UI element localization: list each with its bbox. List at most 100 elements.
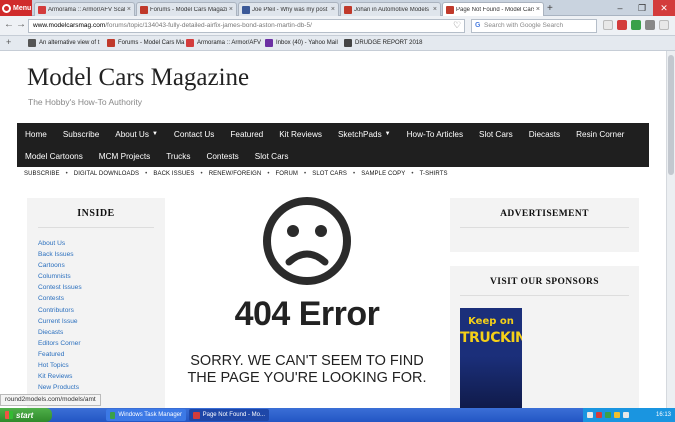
inside-link[interactable]: Contest Issues xyxy=(38,282,82,293)
speed-dial-icon[interactable] xyxy=(603,20,613,30)
clock[interactable]: 16:13 xyxy=(656,412,675,418)
nav-diecasts[interactable]: Diecasts xyxy=(521,130,568,139)
bookmark-item[interactable]: Inbox (40) - Yahoo Mail xyxy=(265,39,338,47)
subnav-forum[interactable]: FORUM xyxy=(276,171,299,177)
tab-page-not-found[interactable]: Page Not Found - Model Cars × xyxy=(442,2,544,16)
bookmark-favicon-icon xyxy=(344,39,352,47)
minimize-icon[interactable]: – xyxy=(609,0,631,16)
tab-facebook[interactable]: Joe Pfeil - Why was my post r × xyxy=(238,2,339,16)
task-manager-icon xyxy=(110,411,116,419)
tab-forums-mcm[interactable]: Forums - Model Cars Magazin × xyxy=(136,2,237,16)
subnav-sample-copy[interactable]: SAMPLE COPY xyxy=(361,171,405,177)
advertisement-heading: ADVERTISEMENT xyxy=(500,209,589,219)
volume-icon[interactable] xyxy=(623,412,629,418)
inside-link[interactable]: About Us xyxy=(38,238,82,249)
address-bar-row: ← → www.modelcarsmag.com/forums/topic/13… xyxy=(0,16,675,36)
tray-icon[interactable] xyxy=(605,412,611,418)
adblock-icon[interactable] xyxy=(617,20,627,30)
inside-link[interactable]: Kit Reviews xyxy=(38,371,82,382)
inside-link[interactable]: Contests xyxy=(38,293,82,304)
nav-model-cartoons[interactable]: Model Cartoons xyxy=(17,152,91,161)
tab-johan[interactable]: Johan in Automotive Models × xyxy=(340,2,441,16)
bookmark-heart-icon[interactable]: ♡ xyxy=(453,20,461,31)
bookmark-item[interactable]: Forums - Model Cars Ma xyxy=(107,39,184,47)
tray-icon[interactable] xyxy=(596,412,602,418)
forward-icon[interactable]: → xyxy=(16,19,26,30)
subnav-renew-foreign[interactable]: RENEW/FOREIGN xyxy=(209,171,262,177)
close-window-icon[interactable]: ✕ xyxy=(653,0,675,16)
mcm-favicon-icon xyxy=(140,5,148,14)
mcm-favicon-icon xyxy=(344,5,352,14)
nav-row-1: Home Subscribe About Us ▼ Contact Us Feat… xyxy=(17,123,632,145)
subnav-t-shirts[interactable]: T-SHIRTS xyxy=(420,171,448,177)
secondary-navigation: SUBSCRIBE • DIGITAL DOWNLOADS • BACK ISSUE… xyxy=(24,171,448,177)
info-icon[interactable] xyxy=(659,20,669,30)
subnav-digital-downloads[interactable]: DIGITAL DOWNLOADS xyxy=(74,171,139,177)
taskbar-item-browser[interactable]: Page Not Found - Mo... xyxy=(189,409,269,421)
taskbar-item-task-manager[interactable]: Windows Task Manager xyxy=(106,409,186,421)
nav-home[interactable]: Home xyxy=(17,130,55,139)
tray-icon[interactable] xyxy=(587,412,593,418)
tab-armorama[interactable]: Armorama :: Armor/AFV Scal × xyxy=(34,2,135,16)
site-tagline: The Hobby's How-To Authority xyxy=(28,97,143,107)
nav-subscribe[interactable]: Subscribe xyxy=(55,130,107,139)
url-field[interactable]: www.modelcarsmag.com/forums/topic/134043… xyxy=(28,19,465,33)
extension-icons xyxy=(603,20,669,30)
bookmark-item[interactable]: DRUDGE REPORT 2018 xyxy=(344,39,422,47)
google-icon: G xyxy=(475,22,481,29)
vertical-scrollbar[interactable] xyxy=(666,51,675,408)
extension-icon[interactable] xyxy=(631,20,641,30)
bookmark-item[interactable]: An alternative view of t xyxy=(28,39,99,47)
inside-link[interactable]: Hot Topics xyxy=(38,360,82,371)
bookmark-favicon-icon xyxy=(28,39,36,47)
inside-link[interactable]: New Products xyxy=(38,382,82,393)
nav-kit-reviews[interactable]: Kit Reviews xyxy=(271,130,330,139)
search-input[interactable]: G Search with Google Search xyxy=(471,19,597,33)
nav-about-us[interactable]: About Us ▼ xyxy=(107,130,166,139)
keep-on-truckin-ad[interactable]: Keep on TRUCKIN' xyxy=(460,308,522,408)
inside-link[interactable]: Cartoons xyxy=(38,260,82,271)
inside-link[interactable]: Columnists xyxy=(38,271,82,282)
start-button[interactable]: start xyxy=(0,408,52,422)
inside-link[interactable]: Contributors xyxy=(38,305,82,316)
bookmark-item[interactable]: Armorama :: Armor/AFV xyxy=(186,39,261,47)
back-icon[interactable]: ← xyxy=(4,19,14,30)
inside-link[interactable]: Diecasts xyxy=(38,327,82,338)
nav-sketchpads[interactable]: SketchPads ▼ xyxy=(330,130,399,139)
nav-slot-cars-2[interactable]: Slot Cars xyxy=(247,152,297,161)
nav-trucks[interactable]: Trucks xyxy=(158,152,198,161)
nav-contact-us[interactable]: Contact Us xyxy=(166,130,223,139)
inside-link[interactable]: Featured xyxy=(38,349,82,360)
downloads-icon[interactable] xyxy=(645,20,655,30)
subnav-back-issues[interactable]: BACK ISSUES xyxy=(153,171,194,177)
close-tab-icon[interactable]: × xyxy=(229,6,233,13)
nav-resin-corner[interactable]: Resin Corner xyxy=(568,130,632,139)
tray-icon[interactable] xyxy=(614,412,620,418)
add-bookmark-icon[interactable]: + xyxy=(6,37,11,47)
nav-slot-cars[interactable]: Slot Cars xyxy=(471,130,521,139)
close-tab-icon[interactable]: × xyxy=(127,6,131,13)
close-tab-icon[interactable]: × xyxy=(433,6,437,13)
subnav-slot-cars[interactable]: SLOT CARS xyxy=(312,171,347,177)
facebook-favicon-icon xyxy=(242,5,250,14)
new-tab-button[interactable]: + xyxy=(547,3,553,14)
maximize-icon[interactable]: ❐ xyxy=(631,0,653,16)
close-tab-icon[interactable]: × xyxy=(536,6,540,13)
nav-how-to-articles[interactable]: How-To Articles xyxy=(399,130,471,139)
nav-mcm-projects[interactable]: MCM Projects xyxy=(91,152,158,161)
browser-menu-button[interactable]: Menu xyxy=(0,0,32,16)
inside-link[interactable]: Current Issue xyxy=(38,316,82,327)
scrollbar-thumb[interactable] xyxy=(668,55,674,175)
opera-icon xyxy=(193,411,200,419)
inside-link[interactable]: Back Issues xyxy=(38,249,82,260)
status-link-preview: round2models.com/models/amt xyxy=(0,394,101,406)
sad-face-icon xyxy=(263,197,351,285)
close-tab-icon[interactable]: × xyxy=(331,6,335,13)
site-title[interactable]: Model Cars Magazine xyxy=(27,64,249,92)
nav-contests[interactable]: Contests xyxy=(198,152,246,161)
subnav-subscribe[interactable]: SUBSCRIBE xyxy=(24,171,60,177)
system-tray: 16:13 xyxy=(583,408,675,422)
inside-link[interactable]: Editors Corner xyxy=(38,338,82,349)
nav-featured[interactable]: Featured xyxy=(222,130,271,139)
error-message-line: SORRY. WE CAN'T SEEM TO FIND xyxy=(190,353,424,369)
